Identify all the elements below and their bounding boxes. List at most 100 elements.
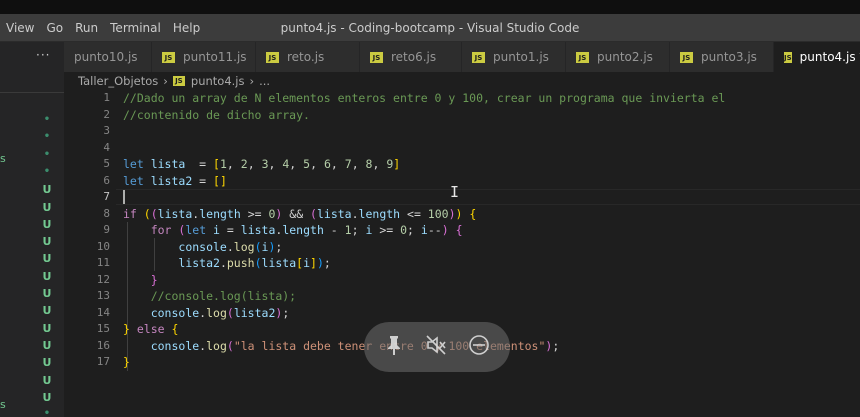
code-token: length — [282, 223, 324, 237]
code-token: log — [206, 338, 227, 353]
breadcrumb-folder[interactable]: Taller_Objetos — [78, 74, 158, 88]
code-token: ; — [282, 305, 290, 320]
code-token: } — [123, 355, 130, 369]
stop-icon[interactable] — [468, 334, 490, 361]
git-status-badge: U — [42, 373, 52, 387]
code-token: . — [226, 239, 234, 254]
code-token: console — [178, 239, 227, 254]
mute-icon[interactable] — [425, 334, 447, 361]
git-status-badge: U — [42, 338, 52, 352]
code-token: lista2 — [150, 173, 193, 188]
code-token: { — [171, 322, 179, 336]
code-token: if — [123, 206, 144, 221]
code-token: } — [150, 272, 158, 287]
git-status-badge: U — [42, 200, 52, 214]
menu-run[interactable]: Run — [69, 14, 104, 42]
tab-punto10[interactable]: punto10.js — [64, 42, 152, 72]
code-token: ( — [254, 239, 262, 254]
floating-control-bar — [364, 322, 510, 372]
tab-punto1[interactable]: JS punto1.js — [462, 42, 566, 72]
menu-go[interactable]: Go — [40, 14, 69, 42]
code-token: ) — [441, 223, 449, 237]
code-token: length — [199, 206, 241, 221]
menu-help[interactable]: Help — [167, 14, 206, 42]
chevron-right-icon: › — [163, 74, 168, 88]
line-number: 9 — [103, 223, 110, 236]
code-token: i — [303, 256, 311, 270]
code-token: . — [351, 206, 359, 221]
code-token: [ — [213, 157, 220, 171]
code-token: 1 — [344, 223, 352, 237]
menu-view[interactable]: View — [0, 14, 40, 42]
tab-punto11[interactable]: JS punto11.js — [152, 42, 256, 72]
code-token: [] — [213, 173, 227, 188]
line-number-gutter: 1 2 3 4 5 6 7 8 9 10 11 12 13 14 15 16 17 — [64, 90, 110, 371]
code-line: let lista2 = [] — [123, 173, 725, 190]
code-token: 7 — [344, 157, 352, 171]
line-number: 17 — [96, 355, 110, 368]
code-token: lista — [240, 223, 276, 237]
tab-reto[interactable]: JS reto.js — [256, 42, 360, 72]
code-token: <= — [400, 206, 428, 221]
code-token: let — [123, 157, 151, 171]
code-token: lista — [150, 157, 186, 171]
git-status-badge: • — [43, 131, 51, 143]
line-number: 1 — [103, 91, 110, 104]
tab-label: punto11.js — [183, 50, 247, 64]
code-token: length — [358, 206, 401, 221]
code-line: //Dado un array de N elementos enteros e… — [123, 90, 725, 107]
more-actions-button[interactable]: ··· — [36, 48, 50, 62]
pin-icon[interactable] — [384, 334, 404, 361]
code-token: log — [206, 305, 227, 320]
tab-label: reto.js — [287, 50, 325, 64]
code-token: let — [185, 223, 214, 237]
git-status-badge: U — [42, 287, 52, 300]
js-file-icon: JS — [172, 76, 185, 86]
tab-label: reto6.js — [391, 50, 437, 64]
ibeam-cursor-icon: I — [450, 183, 460, 201]
code-token: ( — [254, 256, 262, 270]
breadcrumb-symbols[interactable]: ... — [259, 74, 270, 88]
code-token: ; — [552, 338, 560, 353]
code-token: log — [233, 239, 255, 254]
tab-punto2[interactable]: JS punto2.js — [566, 42, 670, 72]
line-number: 8 — [103, 206, 110, 220]
explorer-item-fragment[interactable]: s — [0, 398, 6, 411]
code-line: console.log(i); — [123, 239, 725, 256]
tab-label: punto10.js — [74, 50, 138, 64]
code-line: for (let i = lista.length - 1; i >= 0; i… — [123, 222, 725, 239]
git-status-badge: U — [42, 183, 52, 197]
menu-terminal[interactable]: Terminal — [104, 14, 167, 42]
code-token: ; — [323, 256, 331, 270]
code-token: ; — [407, 223, 421, 237]
git-status-badge: U — [42, 321, 52, 335]
git-status-badge: U — [42, 356, 52, 370]
code-token: , — [226, 157, 241, 171]
tab-reto6[interactable]: JS reto6.js — [360, 42, 462, 72]
breadcrumb-file[interactable]: punto4.js — [191, 74, 245, 88]
git-status-badge: • — [43, 165, 51, 177]
chevron-right-icon: › — [249, 74, 255, 88]
code-token: i — [420, 223, 428, 237]
code-token: lista — [261, 256, 297, 270]
explorer-item-fragment[interactable]: s — [0, 152, 6, 165]
code-token: , — [351, 157, 366, 171]
code-line: console.log(lista2); — [123, 305, 725, 322]
code-token: , — [372, 157, 387, 171]
code-token: && — [282, 206, 311, 221]
code-token: 6 — [323, 157, 331, 171]
text-cursor — [123, 190, 125, 204]
tab-punto3[interactable]: JS punto3.js — [670, 42, 774, 72]
js-file-icon: JS — [266, 51, 279, 63]
code-token: 100 — [427, 206, 449, 221]
sidebar-divider — [0, 92, 64, 93]
git-status-badge: • — [43, 114, 51, 125]
tab-punto4[interactable]: JSpunto4.jsTalle — [774, 42, 860, 72]
code-token: //console.log(lista); — [150, 289, 297, 303]
